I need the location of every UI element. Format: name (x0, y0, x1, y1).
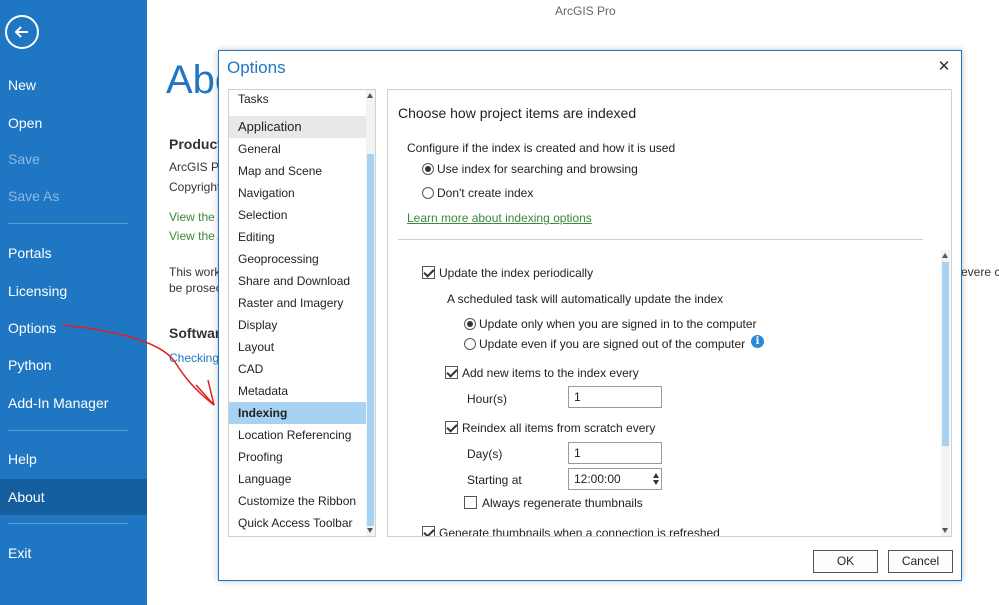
nav-item-layout[interactable]: Layout (229, 336, 367, 358)
start-time-spinner[interactable] (568, 468, 662, 490)
radio-signed-in[interactable] (464, 318, 476, 330)
nav-item-share-and-download[interactable]: Share and Download (229, 270, 367, 292)
warning-text-1: This work (169, 265, 221, 279)
radio-signed-in-label[interactable]: Update only when you are signed in to th… (479, 317, 757, 331)
backstage-portals[interactable]: Portals (0, 235, 147, 271)
backstage-python[interactable]: Python (0, 347, 147, 383)
nav-item-geoprocessing[interactable]: Geoprocessing (229, 248, 367, 270)
nav-item-quick-access-toolbar[interactable]: Quick Access Toolbar (229, 512, 367, 534)
backstage-licensing[interactable]: Licensing (0, 273, 147, 309)
checkbox-reindex[interactable] (445, 421, 458, 434)
nav-scroll-thumb[interactable] (367, 154, 374, 526)
nav-item-language[interactable]: Language (229, 468, 367, 490)
radio-use-index-label[interactable]: Use index for searching and browsing (437, 162, 638, 176)
generate-thumbnails-label[interactable]: Generate thumbnails when a connection is… (439, 526, 720, 536)
app-title: ArcGIS Pro (555, 4, 616, 18)
update-periodically-label[interactable]: Update the index periodically (439, 266, 593, 280)
days-label: Day(s) (467, 447, 503, 461)
nav-scrollbar[interactable] (366, 90, 375, 536)
spin-up-icon[interactable] (653, 473, 659, 478)
checkbox-add-new-items[interactable] (445, 366, 458, 379)
cancel-button[interactable]: Cancel (888, 550, 953, 573)
nav-item-editing[interactable]: Editing (229, 226, 367, 248)
starting-at-label: Starting at (467, 473, 522, 487)
days-input[interactable] (568, 442, 662, 464)
nav-item-display[interactable]: Display (229, 314, 367, 336)
hours-input[interactable] (568, 386, 662, 408)
back-arrow-icon (14, 26, 28, 38)
backstage-exit[interactable]: Exit (0, 535, 147, 571)
ok-button[interactable]: OK (813, 550, 878, 573)
options-dialog: Options ✕ Tasks Application General Map … (218, 50, 962, 581)
nav-item-map-and-scene[interactable]: Map and Scene (229, 160, 367, 182)
panel-title: Choose how project items are indexed (398, 105, 637, 121)
warning-text-2: be prosec (169, 281, 222, 295)
radio-signed-out-label[interactable]: Update even if you are signed out of the… (479, 337, 745, 351)
close-icon[interactable]: ✕ (935, 58, 953, 76)
regenerate-thumbnails-label[interactable]: Always regenerate thumbnails (482, 496, 643, 510)
backstage-about[interactable]: About (0, 479, 147, 515)
nav-header-application: Application (229, 116, 367, 138)
view-link-2[interactable]: View the A (169, 229, 225, 243)
backstage-options[interactable]: Options (0, 310, 147, 346)
nav-item-general[interactable]: General (229, 138, 367, 160)
reindex-label[interactable]: Reindex all items from scratch every (462, 421, 655, 435)
dialog-title: Options (227, 58, 286, 77)
options-nav-list: Tasks Application General Map and Scene … (228, 89, 376, 537)
backstage-divider (8, 223, 128, 224)
config-label: Configure if the index is created and ho… (407, 141, 676, 155)
scroll-up-icon[interactable] (367, 93, 373, 98)
content-scrollbar[interactable] (941, 250, 950, 536)
radio-dont-create-index[interactable] (422, 187, 434, 199)
checkbox-regenerate-thumbnails[interactable] (464, 496, 477, 509)
scroll-down-icon[interactable] (942, 528, 948, 533)
checkbox-update-periodically[interactable] (422, 266, 435, 279)
radio-signed-out[interactable] (464, 338, 476, 350)
info-icon[interactable]: i (751, 335, 764, 348)
learn-more-link[interactable]: Learn more about indexing options (407, 211, 592, 225)
copyright-text: Copyright (169, 180, 221, 194)
backstage-add-in-manager[interactable]: Add-In Manager (0, 385, 147, 421)
nav-item-selection[interactable]: Selection (229, 204, 367, 226)
scroll-down-icon[interactable] (367, 528, 373, 533)
backstage-save: Save (8, 151, 40, 167)
nav-item-location-referencing[interactable]: Location Referencing (229, 424, 367, 446)
add-new-items-label[interactable]: Add new items to the index every (462, 366, 639, 380)
section-divider (398, 239, 923, 240)
nav-item-tasks[interactable]: Tasks (229, 90, 367, 110)
backstage-sidebar: New Open Save Save As Portals Licensing … (0, 0, 147, 605)
backstage-open[interactable]: Open (0, 105, 147, 141)
backstage-divider (8, 523, 128, 524)
backstage-divider (8, 430, 128, 431)
nav-item-customize-the-ribbon[interactable]: Customize the Ribbon (229, 490, 367, 512)
scheduled-task-text: A scheduled task will automatically upda… (447, 292, 724, 306)
backstage-new[interactable]: New (0, 67, 147, 103)
nav-item-navigation[interactable]: Navigation (229, 182, 367, 204)
nav-item-cad[interactable]: CAD (229, 358, 367, 380)
back-button[interactable] (5, 15, 39, 49)
nav-item-raster-and-imagery[interactable]: Raster and Imagery (229, 292, 367, 314)
nav-item-indexing[interactable]: Indexing (229, 402, 367, 424)
product-heading: Product (169, 136, 222, 152)
nav-item-metadata[interactable]: Metadata (229, 380, 367, 402)
checkbox-generate-thumbnails[interactable] (422, 526, 435, 536)
backstage-help[interactable]: Help (0, 441, 147, 477)
checking-status: Checking (169, 351, 220, 365)
radio-dont-create-label[interactable]: Don't create index (437, 186, 533, 200)
warning-text-right: evere ci (961, 265, 999, 279)
nav-item-proofing[interactable]: Proofing (229, 446, 367, 468)
radio-use-index[interactable] (422, 163, 434, 175)
spin-down-icon[interactable] (653, 480, 659, 485)
backstage-save-as: Save As (8, 188, 60, 204)
hours-label: Hour(s) (467, 392, 508, 406)
indexing-panel: Choose how project items are indexed Con… (387, 89, 952, 537)
view-link-1[interactable]: View the A (169, 210, 225, 224)
start-time-input[interactable] (568, 468, 662, 490)
scroll-up-icon[interactable] (942, 253, 948, 258)
content-scroll-thumb[interactable] (942, 262, 949, 446)
